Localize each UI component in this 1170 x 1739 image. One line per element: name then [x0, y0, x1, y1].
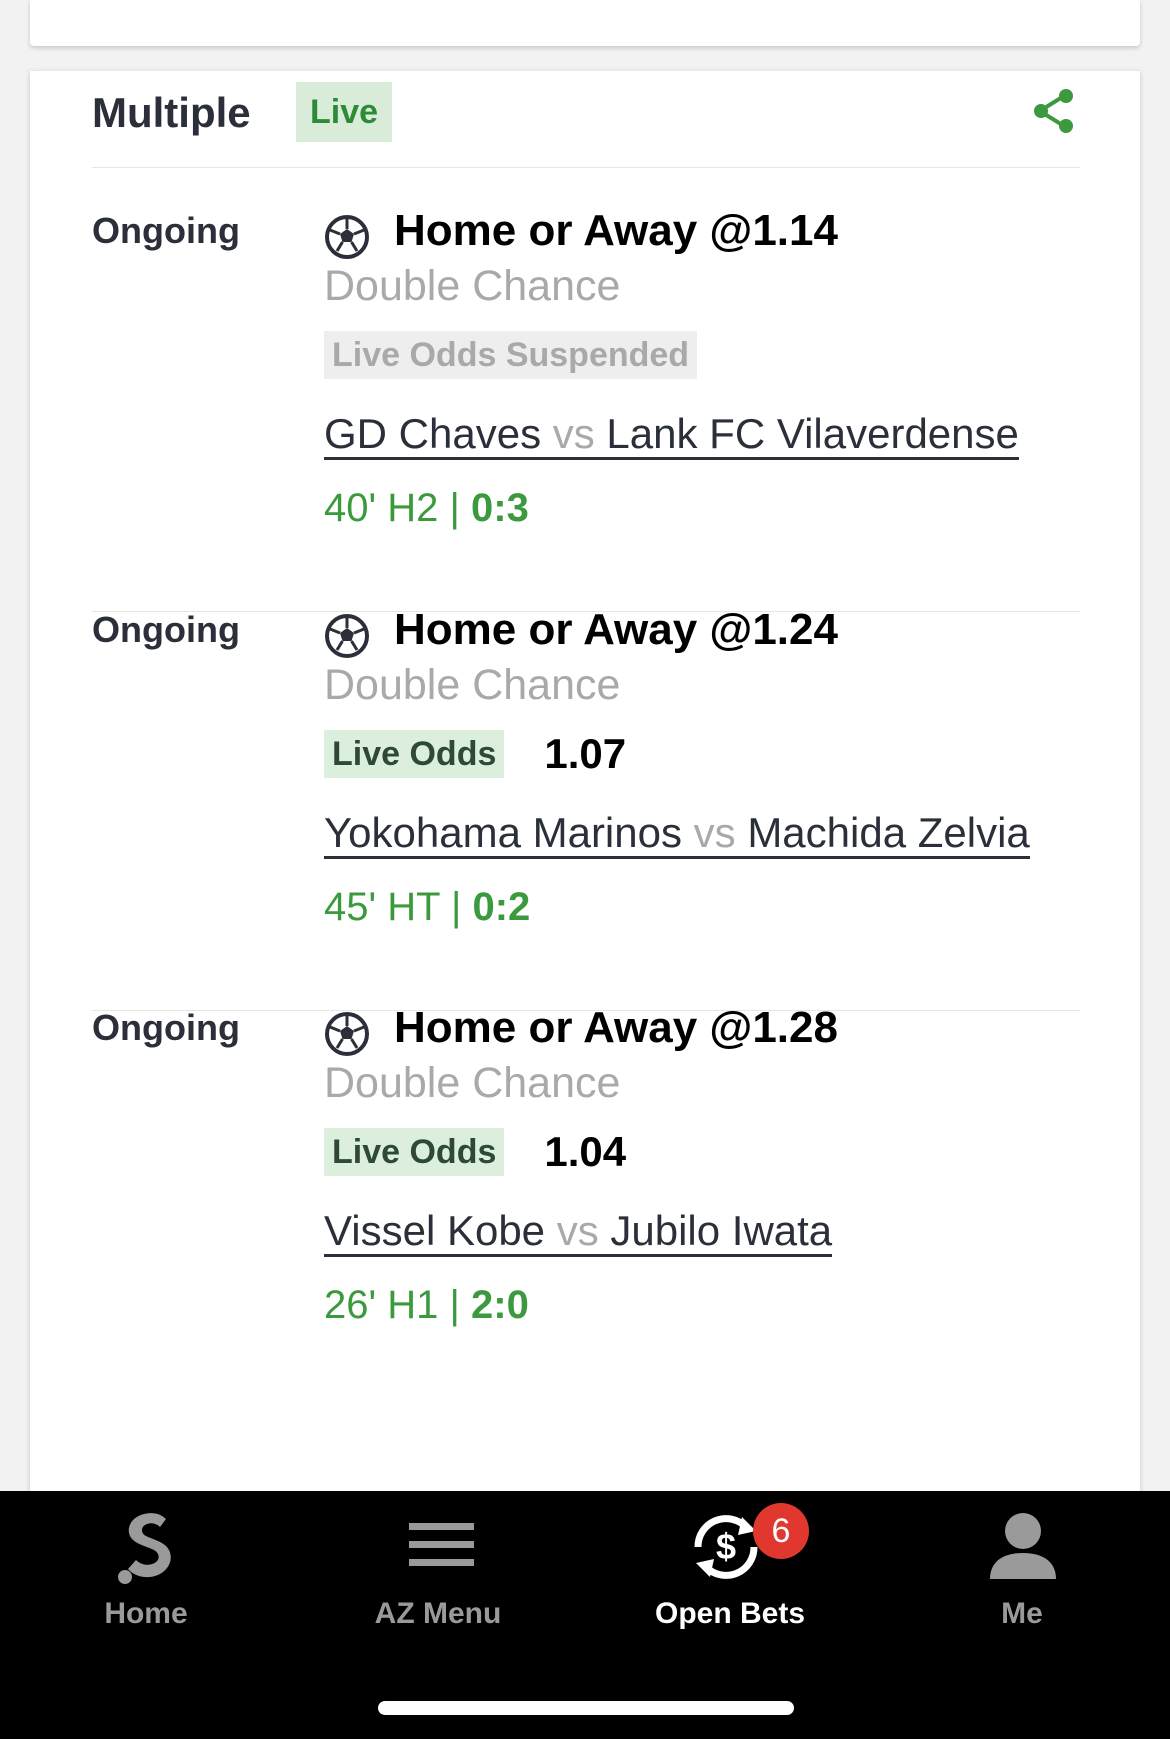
- match-link[interactable]: GD Chaves vs Lank FC Vilaverdense: [324, 411, 1019, 460]
- tab-me-label: Me: [1001, 1597, 1043, 1630]
- home-s-logo-icon: [118, 1513, 171, 1584]
- tab-home[interactable]: Home: [0, 1491, 292, 1661]
- hamburger-menu-icon: [409, 1523, 474, 1566]
- vs-label: vs: [693, 809, 736, 856]
- leg-status: Ongoing: [92, 609, 240, 650]
- live-time-score: 26' H1 | 2:0: [324, 1283, 529, 1328]
- match-score: 2:0: [471, 1283, 529, 1327]
- live-time-score: 45' HT | 0:2: [324, 885, 530, 930]
- away-team: Jubilo Iwata: [598, 1207, 833, 1254]
- home-team: Yokohama Marinos: [324, 809, 694, 856]
- home-indicator[interactable]: [378, 1701, 794, 1715]
- match-time: 40' H2 |: [324, 486, 471, 530]
- tab-az-menu[interactable]: AZ Menu: [292, 1491, 584, 1661]
- share-icon[interactable]: [1030, 86, 1080, 136]
- live-time-score: 40' H2 | 0:3: [324, 486, 529, 531]
- market-name: Double Chance: [324, 262, 621, 310]
- tab-az-menu-label: AZ Menu: [374, 1597, 502, 1630]
- tab-open-bets-label: Open Bets: [654, 1597, 806, 1630]
- bet-leg: Ongoing Home or Away @1.24 Double Chance…: [92, 567, 1080, 1011]
- leg-status: Ongoing: [92, 1007, 240, 1048]
- home-team: GD Chaves: [324, 410, 553, 457]
- open-bets-dollar-icon: $: [694, 1515, 758, 1579]
- previous-bet-card: [30, 0, 1140, 46]
- match-link[interactable]: Yokohama Marinos vs Machida Zelvia: [324, 810, 1030, 859]
- bottom-tab-bar: Home AZ Menu $ 6 Open Bets Me: [0, 1491, 1170, 1739]
- vs-label: vs: [556, 1207, 599, 1254]
- home-team: Vissel Kobe: [324, 1207, 557, 1254]
- odds-row: Live Odds Suspended: [324, 331, 698, 379]
- user-icon: [990, 1513, 1056, 1579]
- tab-me[interactable]: Me: [876, 1491, 1168, 1661]
- soccer-ball-icon: [325, 1012, 369, 1056]
- live-odds-tag: Live Odds: [324, 730, 505, 778]
- tab-open-bets[interactable]: $ 6 Open Bets: [584, 1491, 876, 1661]
- away-team: Machida Zelvia: [735, 809, 1030, 856]
- selection-label: Home or Away @1.28: [394, 1003, 838, 1052]
- odds-row: Live Odds 1.07: [324, 730, 626, 778]
- away-team: Lank FC Vilaverdense: [594, 410, 1019, 457]
- live-odds-value: 1.04: [544, 1128, 627, 1175]
- match-score: 0:2: [472, 885, 531, 929]
- bet-type-label: Multiple: [92, 89, 251, 136]
- odds-suspended-tag: Live Odds Suspended: [324, 331, 698, 379]
- bet-leg: Ongoing Home or Away @1.14 Double Chance…: [92, 168, 1080, 612]
- market-name: Double Chance: [324, 661, 621, 709]
- bet-leg: Ongoing Home or Away @1.28 Double Chance…: [92, 965, 1080, 1408]
- soccer-ball-icon: [325, 215, 369, 259]
- open-bets-count-badge: 6: [753, 1503, 809, 1559]
- svg-text:$: $: [716, 1526, 736, 1567]
- match-time: 45' HT |: [324, 885, 473, 929]
- selection-label: Home or Away @1.14: [394, 206, 838, 255]
- leg-status: Ongoing: [92, 210, 240, 251]
- market-name: Double Chance: [324, 1059, 621, 1107]
- live-badge: Live: [296, 82, 393, 142]
- vs-label: vs: [552, 410, 595, 457]
- match-time: 26' H1 |: [324, 1283, 471, 1327]
- odds-row: Live Odds 1.04: [324, 1128, 626, 1176]
- tab-home-label: Home: [104, 1597, 188, 1630]
- soccer-ball-icon: [325, 614, 369, 658]
- selection-label: Home or Away @1.24: [394, 605, 838, 654]
- match-score: 0:3: [471, 486, 529, 530]
- match-link[interactable]: Vissel Kobe vs Jubilo Iwata: [324, 1207, 833, 1257]
- live-odds-tag: Live Odds: [324, 1128, 505, 1176]
- bet-card-header: Multiple Live: [92, 71, 1080, 168]
- multiple-bet-card: Multiple Live Ongoing Home or Away @1.14…: [30, 71, 1140, 1511]
- live-odds-value: 1.07: [544, 730, 627, 777]
